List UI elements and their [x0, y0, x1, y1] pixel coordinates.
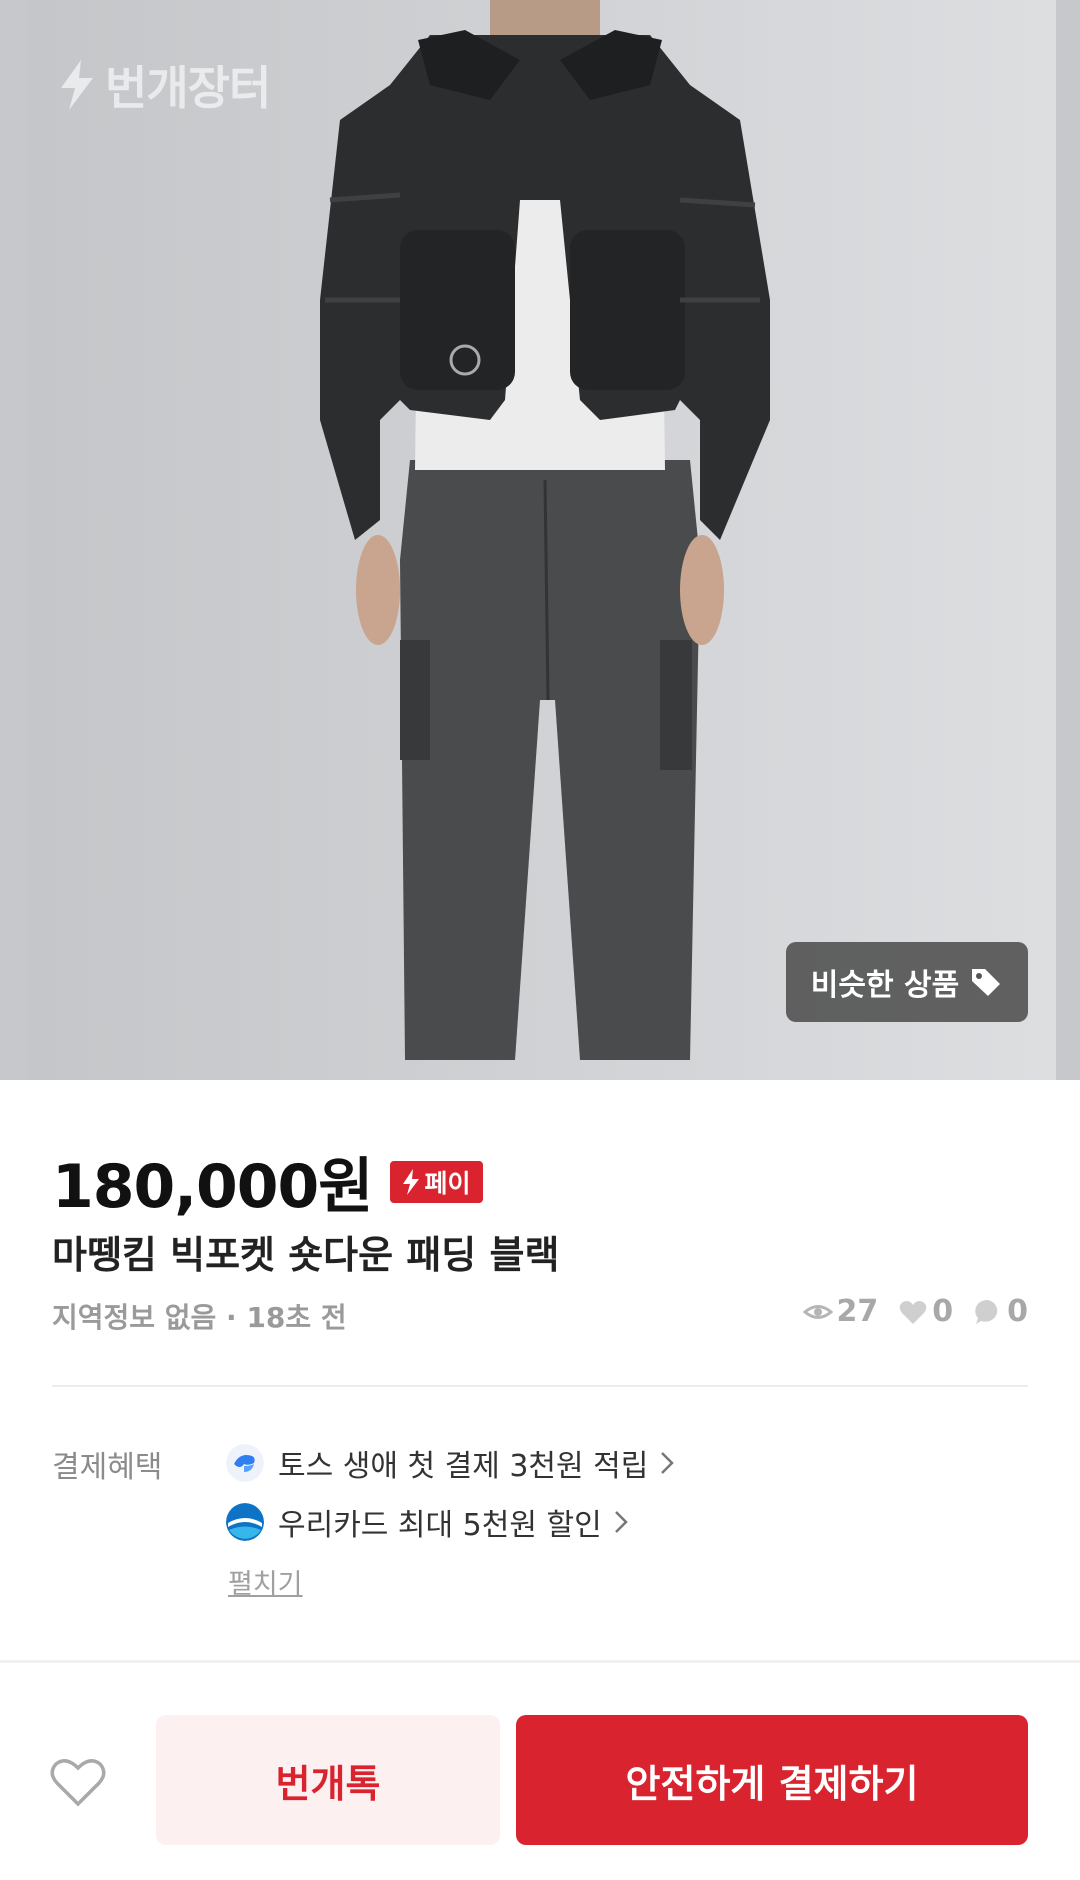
chats-count: 0	[973, 1294, 1028, 1329]
heart-outline-icon	[50, 1759, 106, 1807]
benefit-woori-text: 우리카드 최대 5천원 할인	[278, 1508, 602, 1543]
product-image[interactable]: 번개장터 비슷한 상품	[0, 0, 1080, 1080]
lightning-bolt-icon	[403, 1168, 420, 1195]
product-price: 180,000원	[52, 1152, 373, 1222]
safe-payment-button[interactable]: 안전하게 결제하기	[516, 1715, 1028, 1845]
heart-icon	[899, 1300, 927, 1324]
pay-badge-label: 페이	[424, 1168, 471, 1198]
bunjang-pay-badge: 페이	[390, 1160, 483, 1203]
payment-benefits-label: 결제혜택	[52, 1450, 163, 1485]
toss-logo-icon	[226, 1444, 264, 1482]
bottom-bar-divider	[0, 1660, 1080, 1663]
likes-value: 0	[932, 1294, 954, 1329]
similar-products-label: 비슷한 상품	[810, 968, 960, 1003]
eye-icon	[802, 1304, 833, 1319]
woori-card-logo-icon	[226, 1503, 264, 1541]
bunjang-talk-button[interactable]: 번개톡	[156, 1715, 500, 1845]
chats-value: 0	[1007, 1294, 1028, 1329]
location-and-time: 지역정보 없음 · 18초 전	[52, 1301, 347, 1334]
like-heart-button[interactable]	[48, 1754, 108, 1810]
benefit-toss-text: 토스 생애 첫 결제 3천원 적립	[278, 1449, 649, 1484]
expand-benefits-link[interactable]: 펼치기	[228, 1562, 303, 1601]
buy-button-label: 안전하게 결제하기	[625, 1761, 919, 1806]
model-wearing-jacket-illustration	[320, 0, 770, 1060]
lightning-bolt-icon	[61, 60, 93, 110]
bunjang-watermark-logo: 번개장터	[55, 52, 271, 118]
chevron-right-icon	[661, 1452, 675, 1474]
price-row: 180,000원 페이	[52, 1138, 483, 1225]
likes-count: 0	[898, 1294, 953, 1329]
views-count: 27	[802, 1294, 879, 1329]
chat-button-label: 번개톡	[275, 1761, 381, 1806]
benefit-item-woori[interactable]: 우리카드 최대 5천원 할인	[226, 1500, 630, 1544]
tag-icon	[972, 969, 1001, 996]
section-divider	[52, 1385, 1028, 1387]
watermark-text: 번개장터	[105, 61, 271, 115]
chat-bubble-icon	[975, 1299, 998, 1324]
product-stats: 27 0 0	[783, 1294, 1028, 1329]
similar-products-button[interactable]: 비슷한 상품	[786, 942, 1028, 1022]
product-title: 마뗑킴 빅포켓 숏다운 패딩 블랙	[52, 1233, 560, 1277]
views-value: 27	[836, 1294, 879, 1329]
chevron-right-icon	[614, 1511, 628, 1533]
benefit-item-toss[interactable]: 토스 생애 첫 결제 3천원 적립	[226, 1441, 676, 1485]
